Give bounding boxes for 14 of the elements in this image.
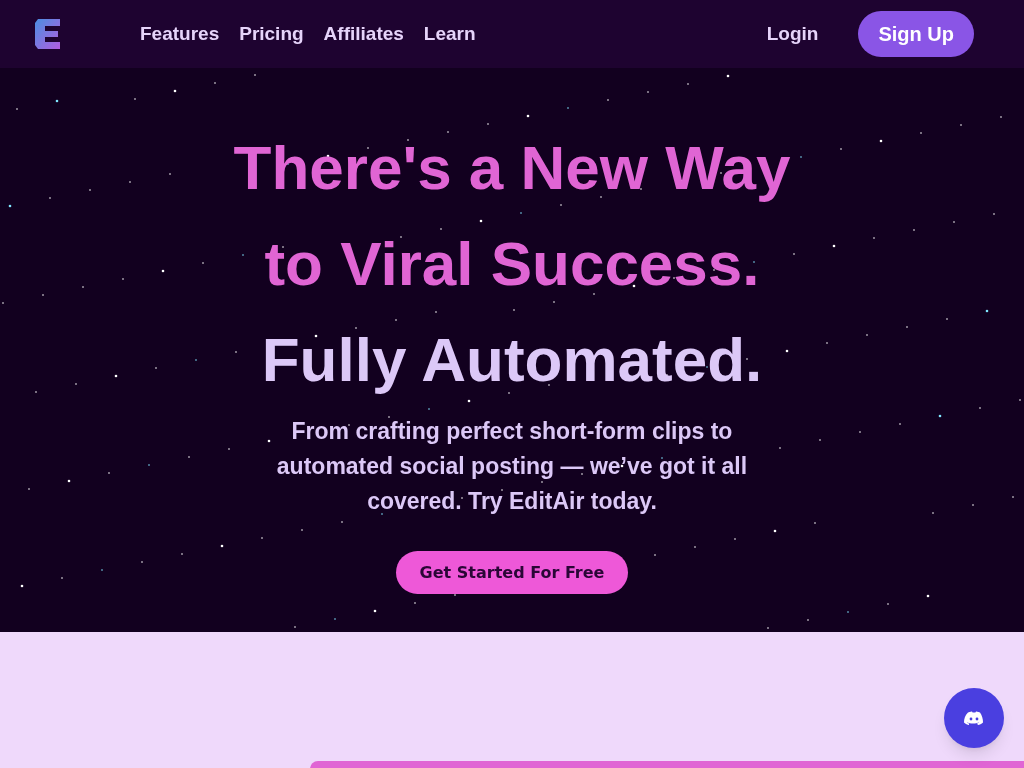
nav-link[interactable]: Pricing: [239, 19, 304, 49]
nav-link[interactable]: Features: [140, 19, 220, 49]
headline: Fully Automated.: [261, 324, 763, 396]
game-controller-icon: [964, 710, 984, 726]
chat-button[interactable]: [944, 688, 1004, 748]
headline: There's a New Way: [233, 132, 791, 204]
login-link[interactable]: Login: [766, 19, 819, 49]
nav-link[interactable]: Affiliates: [323, 19, 404, 49]
headline: to Viral Success.: [264, 228, 760, 300]
sign-up-button[interactable]: Sign Up: [858, 11, 974, 57]
logo-icon[interactable]: [34, 17, 62, 51]
get-started-button[interactable]: Get Started For Free: [396, 551, 628, 594]
hero-subtitle: From crafting perfect short-form clips to automated social posting — we’ve got it all covered. Try EditAir today.: [275, 417, 749, 516]
nav-link[interactable]: Learn: [423, 19, 476, 49]
